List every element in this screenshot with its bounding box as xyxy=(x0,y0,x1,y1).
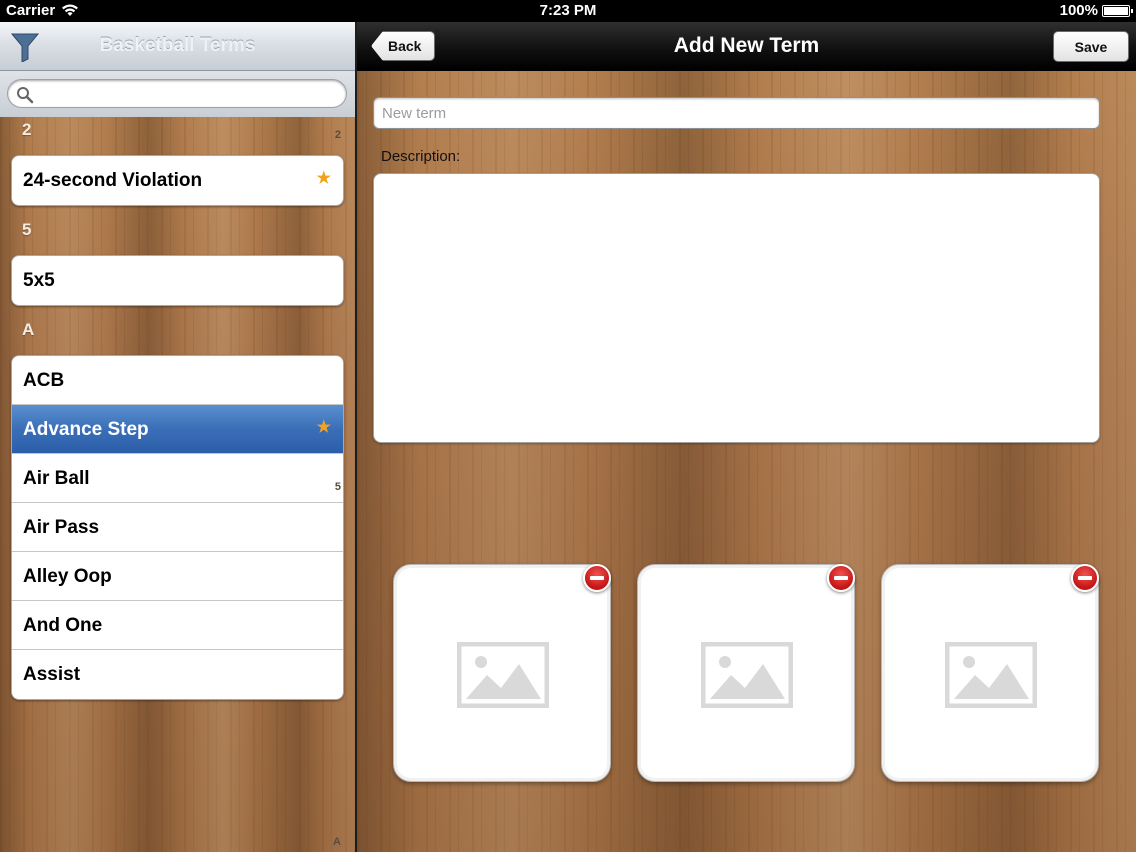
list-item-label: And One xyxy=(23,615,103,636)
add-term-panel: Back Add New Term Save Description: xyxy=(357,22,1136,852)
index-item-5[interactable]: 5 xyxy=(335,481,341,493)
list-item[interactable]: Assist xyxy=(12,650,343,699)
battery-icon xyxy=(1102,4,1133,17)
section-group-a: ACB Advance Step ★ Air Ball Air Pass All… xyxy=(11,355,344,700)
list-item-selected[interactable]: Advance Step ★ xyxy=(12,405,343,454)
photo-slot-3[interactable] xyxy=(881,564,1099,782)
list-title: Basketball Terms xyxy=(99,35,256,56)
list-item-label: Advance Step xyxy=(23,419,149,440)
section-header-a: A xyxy=(22,320,35,339)
description-label: Description: xyxy=(381,148,461,165)
list-item[interactable]: 24-second Violation ★ xyxy=(12,156,343,205)
list-item[interactable]: And One xyxy=(12,601,343,650)
list-item-label: Air Ball xyxy=(23,468,90,489)
photo-slot-2[interactable] xyxy=(637,564,855,782)
section-group-5: 5x5 xyxy=(11,255,344,306)
section-header-2: 2 xyxy=(22,120,32,139)
section-group-2: 24-second Violation ★ xyxy=(11,155,344,206)
list-item-label: Air Pass xyxy=(23,517,100,538)
search-input[interactable] xyxy=(7,79,347,108)
list-item-label: Assist xyxy=(23,664,81,685)
index-item-2[interactable]: 2 xyxy=(335,129,341,141)
list-item[interactable]: Air Ball xyxy=(12,454,343,503)
new-term-input[interactable] xyxy=(373,97,1100,129)
right-nav-bar: Back Add New Term Save xyxy=(357,22,1136,71)
star-icon: ★ xyxy=(316,419,331,436)
index-item-a[interactable]: A xyxy=(333,836,341,848)
list-item[interactable]: 5x5 xyxy=(12,256,343,305)
left-nav-bar: Basketball Terms xyxy=(0,22,355,71)
remove-icon[interactable] xyxy=(1071,564,1099,592)
list-item[interactable]: Air Pass xyxy=(12,503,343,552)
clock: 7:23 PM xyxy=(539,2,597,19)
star-icon: ★ xyxy=(316,170,331,187)
battery-percent: 100% xyxy=(1059,2,1098,19)
image-placeholder-icon xyxy=(945,642,1037,708)
terms-list[interactable]: 2 2 24-second Violation ★ 5 5x5 A ACB Ad… xyxy=(0,117,355,852)
remove-icon[interactable] xyxy=(827,564,855,592)
list-item-label: 5x5 xyxy=(23,270,55,291)
save-button[interactable]: Save xyxy=(1053,31,1129,62)
page-title: Add New Term xyxy=(673,34,820,57)
list-item-label: ACB xyxy=(23,370,65,391)
list-item[interactable]: Alley Oop xyxy=(12,552,343,601)
search-bar xyxy=(0,71,355,117)
description-input[interactable] xyxy=(373,173,1100,443)
image-placeholder-icon xyxy=(701,642,793,708)
status-bar: Carrier 7:23 PM 100% xyxy=(0,0,1136,22)
list-item[interactable]: ACB xyxy=(12,356,343,405)
battery-group: 100% xyxy=(1059,2,1133,19)
list-item-label: Alley Oop xyxy=(23,566,112,587)
remove-icon[interactable] xyxy=(583,564,611,592)
photo-slot-1[interactable] xyxy=(393,564,611,782)
section-header-5: 5 xyxy=(22,220,32,239)
search-icon xyxy=(17,87,34,104)
list-item-label: 24-second Violation xyxy=(23,170,203,191)
terms-list-panel: Basketball Terms 2 2 24-second Violation… xyxy=(0,22,355,852)
image-placeholder-icon xyxy=(457,642,549,708)
